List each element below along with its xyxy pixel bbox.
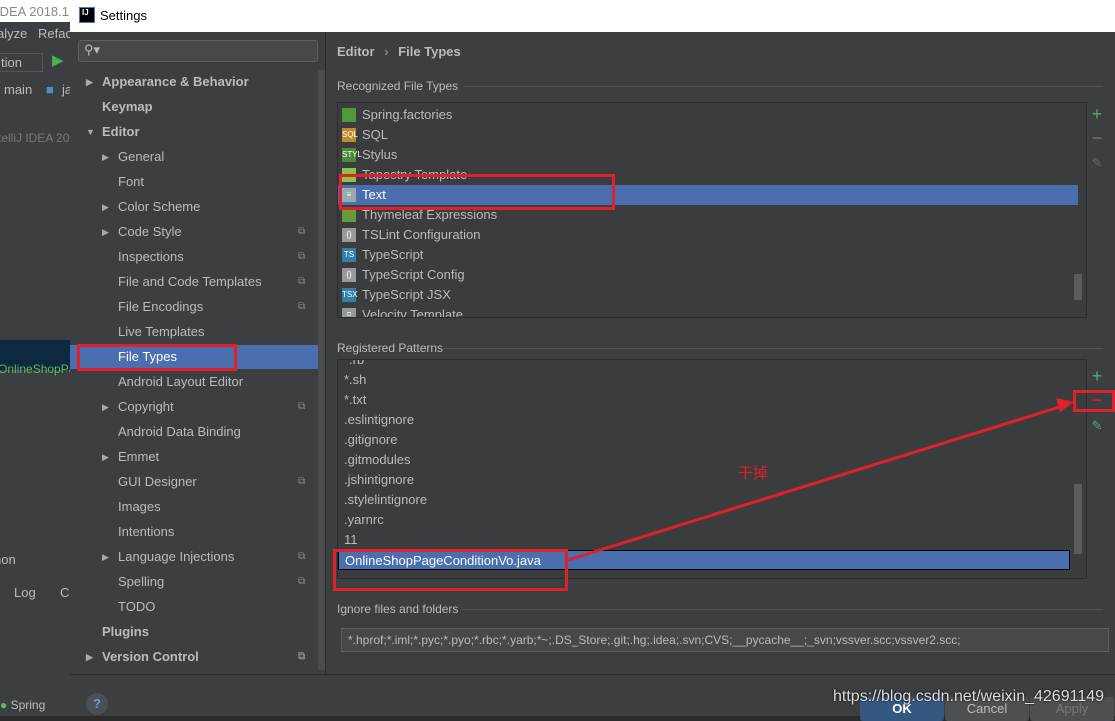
watermark: https://blog.csdn.net/weixin_42691149 xyxy=(833,688,1105,705)
annotation-text: 干掉 xyxy=(738,465,769,482)
annotation-arrow xyxy=(567,398,1074,562)
